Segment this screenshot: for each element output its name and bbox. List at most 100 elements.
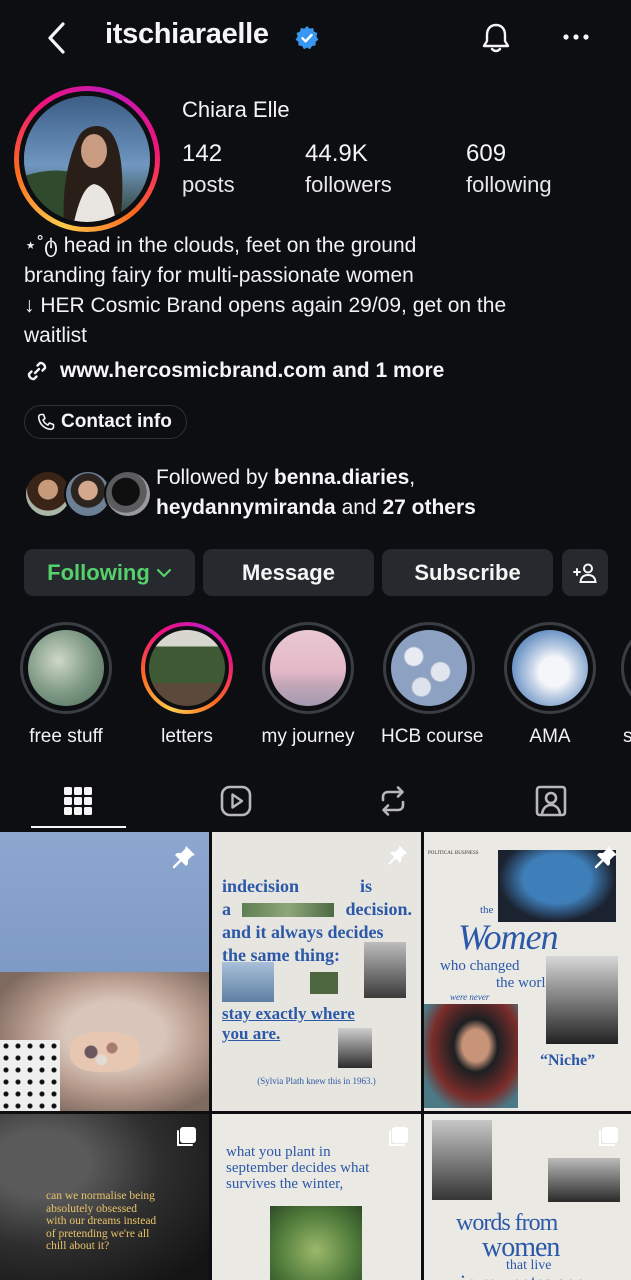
highlight-cover bbox=[149, 630, 225, 706]
story-ring[interactable] bbox=[14, 86, 160, 232]
post-text-line: a bbox=[222, 899, 231, 919]
highlight-my-journey[interactable]: my journey bbox=[260, 622, 356, 748]
highlight-label: letters bbox=[161, 726, 213, 747]
post-tile[interactable]: what you plant in september decides what… bbox=[212, 1114, 421, 1280]
verified-badge-icon bbox=[295, 26, 319, 50]
post-tile[interactable]: POLITICAL BUSINESS the Women who changed… bbox=[424, 832, 631, 1111]
tab-reels[interactable] bbox=[171, 770, 301, 832]
posts-count: 142 bbox=[182, 140, 223, 167]
post-text-line: you are. bbox=[222, 1024, 281, 1043]
highlight-free-stuff[interactable]: free stuff bbox=[18, 622, 114, 748]
post-text-line: what you plant in bbox=[226, 1144, 331, 1160]
post-image bbox=[242, 902, 335, 917]
posts-stat[interactable]: 142 posts bbox=[182, 140, 235, 198]
following-count: 609 bbox=[466, 140, 507, 167]
reels-icon bbox=[220, 785, 252, 817]
link-icon bbox=[27, 361, 47, 381]
post-image bbox=[546, 956, 618, 1044]
bio-line: branding fairy for multi-passionate wome… bbox=[24, 264, 414, 287]
carousel-icon bbox=[177, 1127, 196, 1146]
post-text: what you plant in september decides what… bbox=[226, 1144, 406, 1192]
subscribe-label: Subscribe bbox=[414, 559, 521, 585]
post-image bbox=[0, 1040, 60, 1111]
followers-count: 44.9K bbox=[305, 140, 368, 167]
post-text-line: stay exactly where bbox=[222, 1004, 355, 1023]
post-text-line: the bbox=[480, 904, 494, 916]
avatar-photo bbox=[24, 96, 150, 222]
bio-line: ↓ HER Cosmic Brand opens again 29/09, ge… bbox=[24, 294, 507, 317]
post-text-line: september decides what bbox=[226, 1160, 370, 1176]
post-tile[interactable] bbox=[0, 832, 209, 1111]
post-text-line: the world bbox=[496, 975, 554, 991]
post-tile[interactable]: indecision is a decision. and it always de… bbox=[212, 832, 421, 1111]
following-label: following bbox=[466, 172, 552, 197]
post-text-line: of pretending we're all bbox=[46, 1227, 150, 1240]
post-text-line: were never bbox=[450, 992, 490, 1002]
followers-label: followers bbox=[305, 172, 392, 197]
contact-info-button[interactable]: Contact info bbox=[24, 405, 187, 439]
back-button[interactable] bbox=[38, 18, 74, 58]
bio: ⋆˚ტ head in the clouds, feet on the grou… bbox=[24, 231, 614, 351]
bio-line: waitlist bbox=[24, 324, 88, 347]
mutual-followers-avatars[interactable] bbox=[24, 470, 152, 520]
post-text-line: with our dreams instead bbox=[46, 1215, 157, 1227]
post-caption: (Sylvia Plath knew this in 1963.) bbox=[257, 1076, 376, 1086]
post-image bbox=[424, 1004, 518, 1108]
moon-image bbox=[118, 878, 141, 902]
post-tile[interactable]: words from women that live in my notes a… bbox=[424, 1114, 631, 1280]
pin-icon bbox=[172, 846, 195, 869]
post-image bbox=[270, 1206, 362, 1280]
highlight-cover bbox=[270, 630, 346, 706]
add-person-icon bbox=[573, 563, 597, 583]
following-label: Following bbox=[47, 559, 150, 585]
post-text-line: who changed bbox=[440, 958, 520, 974]
highlight-cover bbox=[512, 630, 588, 706]
tab-tagged[interactable] bbox=[486, 770, 616, 832]
message-button[interactable]: Message bbox=[203, 549, 374, 596]
post-text-line: decision. bbox=[345, 899, 412, 919]
display-name: Chiara Elle bbox=[182, 97, 290, 122]
following-button[interactable]: Following bbox=[24, 549, 195, 596]
grid-icon bbox=[64, 787, 92, 815]
post-text-line: absolutely obsessed bbox=[46, 1202, 138, 1215]
highlight-label: AMA bbox=[529, 726, 571, 747]
post-text-line: in my notes app bbox=[460, 1270, 586, 1280]
following-stat[interactable]: 609 following bbox=[466, 140, 552, 198]
pin-icon bbox=[594, 846, 617, 869]
followers-stat[interactable]: 44.9K followers bbox=[305, 140, 392, 198]
highlight-label: my journey bbox=[261, 726, 355, 747]
highlight-label: se bbox=[623, 726, 631, 747]
tab-grid[interactable] bbox=[13, 770, 143, 832]
post-tile[interactable]: can we normalise being absolutely obsess… bbox=[0, 1114, 209, 1280]
mutual-user: benna.diaries bbox=[273, 466, 410, 489]
active-tab-indicator bbox=[31, 826, 126, 828]
post-image bbox=[364, 942, 406, 998]
suggested-accounts-button[interactable] bbox=[562, 549, 608, 596]
message-label: Message bbox=[242, 559, 335, 585]
post-image bbox=[432, 1120, 492, 1200]
followed-by-text[interactable]: Followed by benna.diaries, heydannymiran… bbox=[156, 463, 476, 523]
highlight-letters[interactable]: letters bbox=[139, 622, 235, 748]
tab-reposts[interactable] bbox=[328, 770, 458, 832]
contact-info-label: Contact info bbox=[61, 411, 172, 432]
highlight-label: HCB course bbox=[381, 726, 484, 747]
post-text-line: is bbox=[359, 876, 372, 896]
bio-link[interactable]: www.hercosmicbrand.com and 1 more bbox=[24, 356, 444, 386]
bell-icon bbox=[482, 23, 510, 53]
subscribe-button[interactable]: Subscribe bbox=[382, 549, 553, 596]
post-text-line: survives the winter, bbox=[226, 1176, 344, 1192]
post-header: POLITICAL BUSINESS bbox=[428, 851, 479, 856]
post-text: stay exactly where you are. bbox=[222, 1004, 417, 1044]
highlight-hcb-course[interactable]: HCB course bbox=[381, 622, 484, 748]
highlight-partial[interactable]: se bbox=[621, 622, 631, 748]
bio-line: ⋆˚ტ head in the clouds, feet on the grou… bbox=[24, 234, 417, 257]
post-text-line: chill about it? bbox=[46, 1240, 110, 1252]
highlight-ama[interactable]: AMA bbox=[502, 622, 598, 748]
reposts-icon bbox=[381, 786, 405, 816]
notifications-button[interactable] bbox=[478, 18, 514, 58]
more-options-button[interactable] bbox=[556, 20, 596, 54]
carousel-icon bbox=[599, 1127, 618, 1146]
profile-tabs bbox=[0, 770, 631, 832]
post-text-line: can we normalise being bbox=[46, 1190, 155, 1202]
separator: , bbox=[409, 466, 416, 489]
